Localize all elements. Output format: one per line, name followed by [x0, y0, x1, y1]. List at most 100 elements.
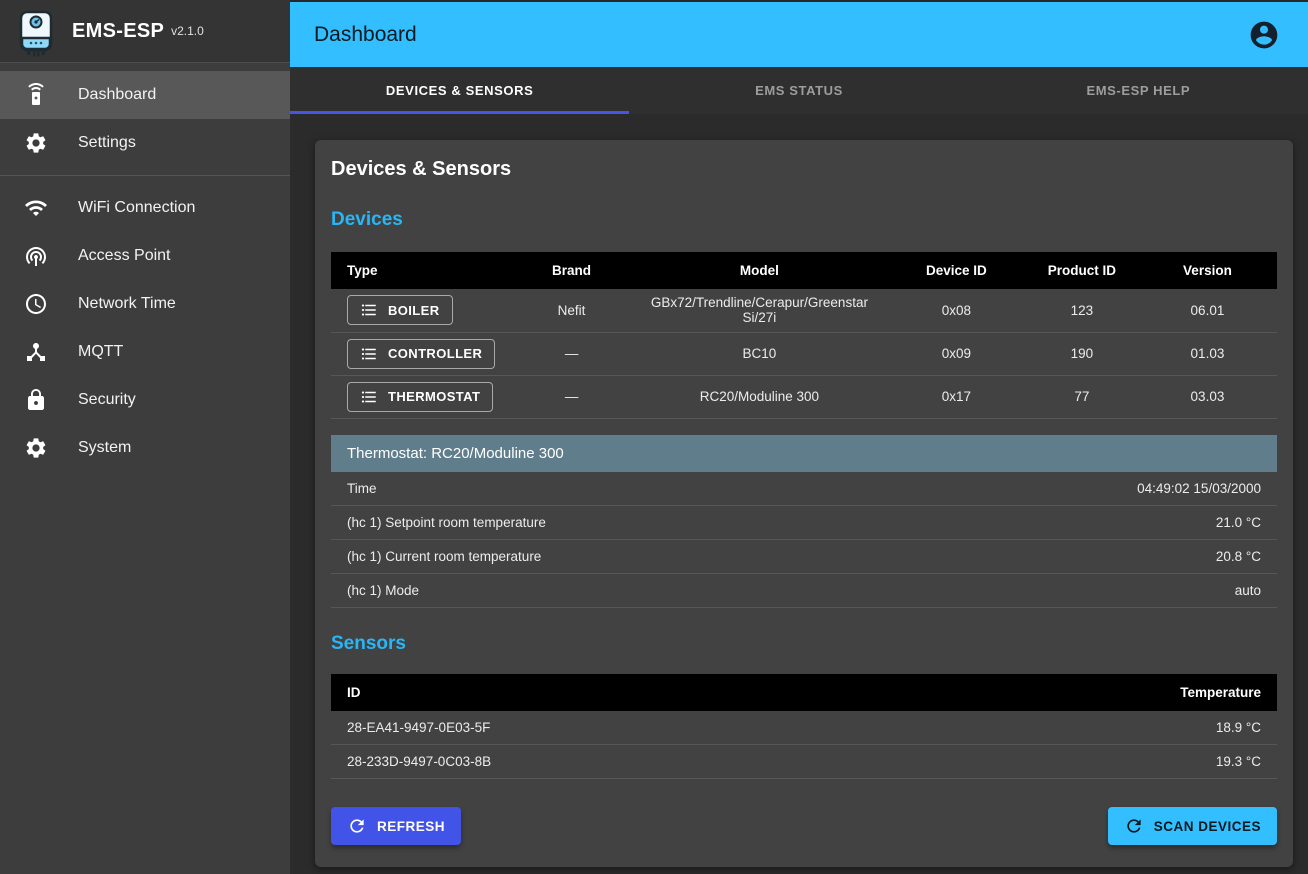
boiler-logo-icon [14, 9, 58, 57]
sensor-row: 28-233D-9497-0C03-8B 19.3 °C [331, 745, 1277, 779]
device-hub-icon [24, 340, 48, 364]
device-type-label: THERMOSTAT [388, 389, 480, 404]
sidebar-item-label: MQTT [78, 343, 123, 361]
sidebar-item-network-time[interactable]: Network Time [0, 280, 290, 328]
detail-value: auto [1235, 583, 1261, 598]
device-brand: — [511, 375, 632, 418]
appbar: Dashboard [290, 0, 1308, 67]
sidebar-item-label: Security [78, 391, 136, 409]
sidebar-item-access-point[interactable]: Access Point [0, 232, 290, 280]
page-title: Dashboard [314, 23, 1244, 47]
app-version: v2.1.0 [171, 24, 204, 38]
main-area: Dashboard DEVICES & SENSORS EMS STATUS E… [290, 0, 1308, 874]
devices-table: Type Brand Model Device ID Product ID Ve… [331, 252, 1277, 419]
clock-icon [24, 292, 48, 316]
device-brand: Nefit [511, 289, 632, 332]
sidebar-item-label: System [78, 439, 131, 457]
devices-sensors-card: Devices & Sensors Devices Type Brand Mod… [315, 140, 1293, 867]
sidebar-item-label: Settings [78, 134, 136, 152]
device-type-label: BOILER [388, 303, 440, 318]
tab-bar: DEVICES & SENSORS EMS STATUS EMS-ESP HEL… [290, 67, 1308, 114]
column-header-temperature: Temperature [908, 674, 1277, 711]
device-product-id: 190 [1026, 332, 1138, 375]
gear-icon [24, 131, 48, 155]
device-model: BC10 [632, 332, 887, 375]
tab-ems-status[interactable]: EMS STATUS [629, 67, 968, 114]
device-product-id: 123 [1026, 289, 1138, 332]
devices-table-header-row: Type Brand Model Device ID Product ID Ve… [331, 252, 1277, 289]
column-header-brand: Brand [511, 252, 632, 289]
sidebar-item-mqtt[interactable]: MQTT [0, 328, 290, 376]
detail-row: Time 04:49:02 15/03/2000 [331, 472, 1277, 506]
refresh-button-label: REFRESH [377, 819, 445, 834]
sensor-id: 28-EA41-9497-0E03-5F [331, 711, 908, 745]
sidebar-divider [0, 175, 290, 176]
detail-row: (hc 1) Setpoint room temperature 21.0 °C [331, 506, 1277, 540]
device-type-button[interactable]: CONTROLLER [347, 339, 495, 369]
device-type-button[interactable]: BOILER [347, 295, 453, 325]
device-model: GBx72/Trendline/Cerapur/Greenstar Si/27i [632, 289, 887, 332]
app-title: EMS-ESP [72, 20, 164, 43]
sidebar-item-security[interactable]: Security [0, 376, 290, 424]
list-icon [360, 301, 378, 319]
scan-devices-button[interactable]: SCAN DEVICES [1108, 807, 1277, 845]
sidebar-item-settings[interactable]: Settings [0, 119, 290, 167]
sidebar: EMS-ESP v2.1.0 Dashboard Settings [0, 0, 290, 874]
device-detail-header: Thermostat: RC20/Moduline 300 [331, 435, 1277, 472]
card-actions: REFRESH SCAN DEVICES [331, 807, 1277, 845]
device-row-controller: CONTROLLER — BC10 0x09 190 01.03 [331, 332, 1277, 375]
column-header-product-id: Product ID [1026, 252, 1138, 289]
refresh-icon [347, 816, 367, 836]
list-icon [360, 388, 378, 406]
detail-value: 20.8 °C [1216, 549, 1261, 564]
card-title: Devices & Sensors [331, 156, 1277, 182]
sidebar-item-label: Network Time [78, 295, 176, 313]
sensor-row: 28-EA41-9497-0E03-5F 18.9 °C [331, 711, 1277, 745]
sensors-table-header-row: ID Temperature [331, 674, 1277, 711]
device-type-label: CONTROLLER [388, 346, 482, 361]
account-circle-icon [1248, 19, 1280, 51]
device-row-thermostat: THERMOSTAT — RC20/Moduline 300 0x17 77 0… [331, 375, 1277, 418]
refresh-button[interactable]: REFRESH [331, 807, 461, 845]
sidebar-item-label: Dashboard [78, 86, 156, 104]
device-id: 0x08 [887, 289, 1026, 332]
detail-value: 04:49:02 15/03/2000 [1137, 481, 1261, 496]
device-model: RC20/Moduline 300 [632, 375, 887, 418]
sidebar-header: EMS-ESP v2.1.0 [0, 0, 290, 63]
detail-label: Time [347, 481, 377, 496]
tab-devices-sensors[interactable]: DEVICES & SENSORS [290, 67, 629, 114]
scan-devices-button-label: SCAN DEVICES [1154, 819, 1261, 834]
list-icon [360, 345, 378, 363]
sensor-temperature: 19.3 °C [908, 745, 1277, 779]
device-version: 01.03 [1138, 332, 1277, 375]
detail-row: (hc 1) Mode auto [331, 574, 1277, 608]
column-header-id: ID [331, 674, 908, 711]
detail-label: (hc 1) Mode [347, 583, 419, 598]
settings-remote-icon [24, 83, 48, 107]
sidebar-item-dashboard[interactable]: Dashboard [0, 71, 290, 119]
sensor-temperature: 18.9 °C [908, 711, 1277, 745]
detail-row: (hc 1) Current room temperature 20.8 °C [331, 540, 1277, 574]
column-header-model: Model [632, 252, 887, 289]
sidebar-item-wifi-connection[interactable]: WiFi Connection [0, 184, 290, 232]
sidebar-item-system[interactable]: System [0, 424, 290, 472]
sidebar-item-label: Access Point [78, 247, 170, 265]
detail-value: 21.0 °C [1216, 515, 1261, 530]
wifi-tethering-icon [24, 244, 48, 268]
lock-icon [24, 388, 48, 412]
column-header-device-id: Device ID [887, 252, 1026, 289]
detail-label: (hc 1) Setpoint room temperature [347, 515, 546, 530]
gear-icon [24, 436, 48, 460]
device-version: 03.03 [1138, 375, 1277, 418]
sensor-id: 28-233D-9497-0C03-8B [331, 745, 908, 779]
device-type-button[interactable]: THERMOSTAT [347, 382, 493, 412]
column-header-type: Type [331, 252, 511, 289]
device-row-boiler: BOILER Nefit GBx72/Trendline/Cerapur/Gre… [331, 289, 1277, 332]
devices-heading: Devices [331, 208, 1277, 232]
sidebar-nav: Dashboard Settings WiFi Connection Acc [0, 63, 290, 472]
app-root: EMS-ESP v2.1.0 Dashboard Settings [0, 0, 1308, 874]
sidebar-item-label: WiFi Connection [78, 199, 195, 217]
detail-label: (hc 1) Current room temperature [347, 549, 541, 564]
tab-ems-esp-help[interactable]: EMS-ESP HELP [969, 67, 1308, 114]
account-button[interactable] [1244, 15, 1284, 55]
